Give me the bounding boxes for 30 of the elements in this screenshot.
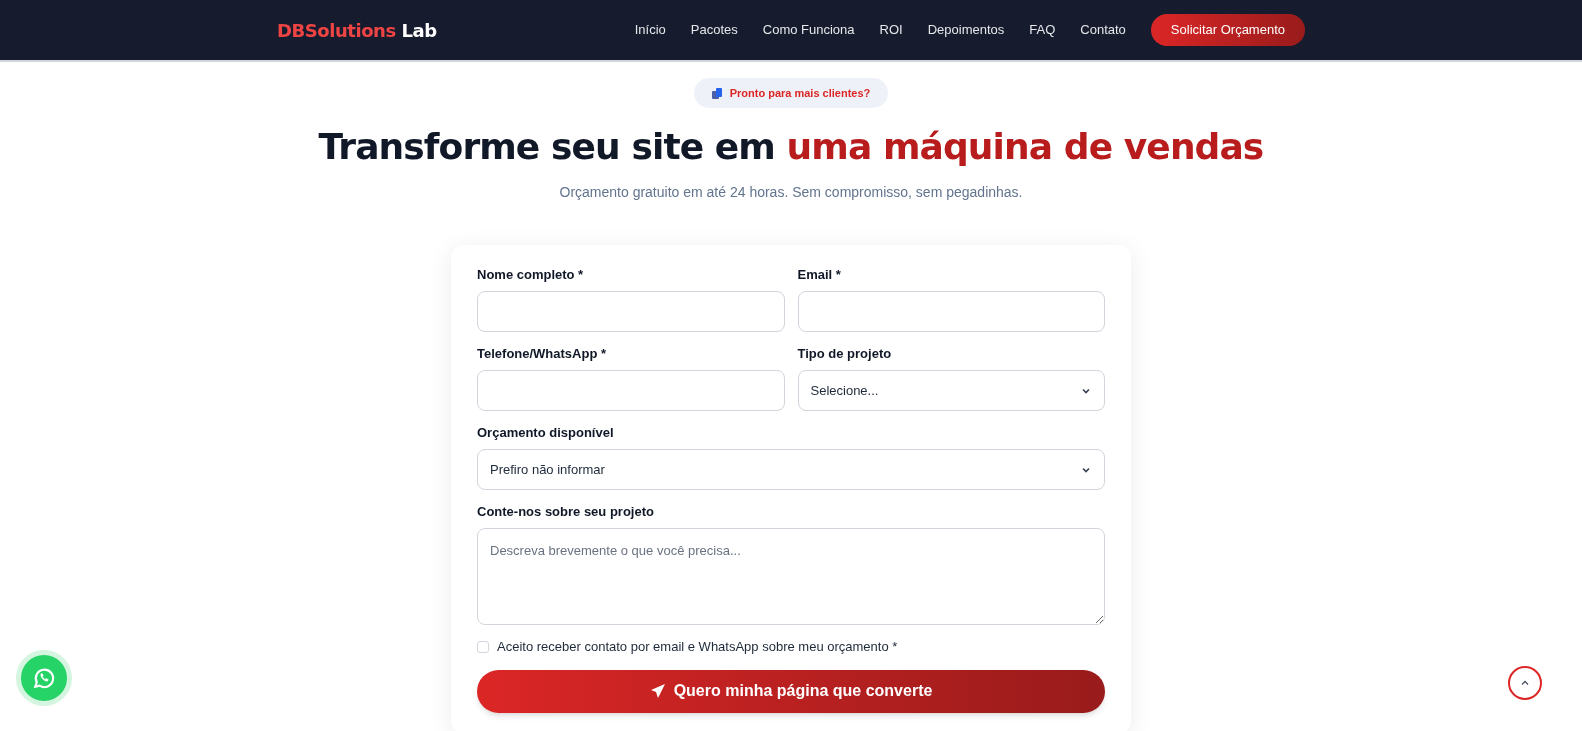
nav-link[interactable]: Contato (1080, 20, 1126, 40)
select-field[interactable]: Selecione... (797, 370, 1105, 411)
nav-link[interactable]: Depoimentos (927, 20, 1005, 40)
nav-link[interactable]: Pacotes (690, 20, 738, 40)
textarea-field[interactable]: Descreva brevemente o que você precisa... (477, 528, 1105, 625)
field-label: Nome completo * (477, 267, 585, 283)
cta-button[interactable]: Solicitar Orçamento (1150, 14, 1305, 46)
select-field[interactable]: Prefiro não informar (477, 449, 1105, 490)
logo[interactable]: DBSolutions Lab (277, 16, 437, 44)
text-field[interactable] (477, 291, 785, 332)
hero-title: Transforme seu site em uma máquina de vendas (318, 125, 1264, 169)
field-label: Telefone/WhatsApp * (477, 346, 608, 362)
whatsapp-button[interactable] (16, 650, 72, 706)
nav-link[interactable]: ROI (879, 20, 903, 40)
field-label: Orçamento disponível (477, 425, 615, 441)
submit-button[interactable]: Quero minha página que converte (477, 669, 1105, 713)
field-label: Tipo de projeto (797, 346, 893, 362)
badge: Pronto para mais clientes? (693, 78, 889, 108)
nav-link[interactable]: FAQ (1029, 20, 1056, 40)
scroll-top-button[interactable] (1508, 666, 1542, 700)
consent-label: Aceito receber contato por email e WhatsApp sobre meu orçamento * (497, 638, 898, 656)
field-label: Email * (797, 267, 842, 283)
nav-link[interactable]: Início (634, 20, 666, 40)
send-icon (649, 683, 666, 699)
text-field[interactable] (477, 370, 785, 411)
hero-subtitle: Orçamento gratuito em até 24 horas. Sem compromisso, sem pegadinhas. (559, 183, 1023, 202)
checkbox[interactable] (477, 640, 489, 653)
text-field[interactable] (797, 291, 1105, 332)
field-label: Conte-nos sobre seu projeto (477, 504, 655, 520)
nav-link[interactable]: Como Funciona (762, 20, 855, 40)
